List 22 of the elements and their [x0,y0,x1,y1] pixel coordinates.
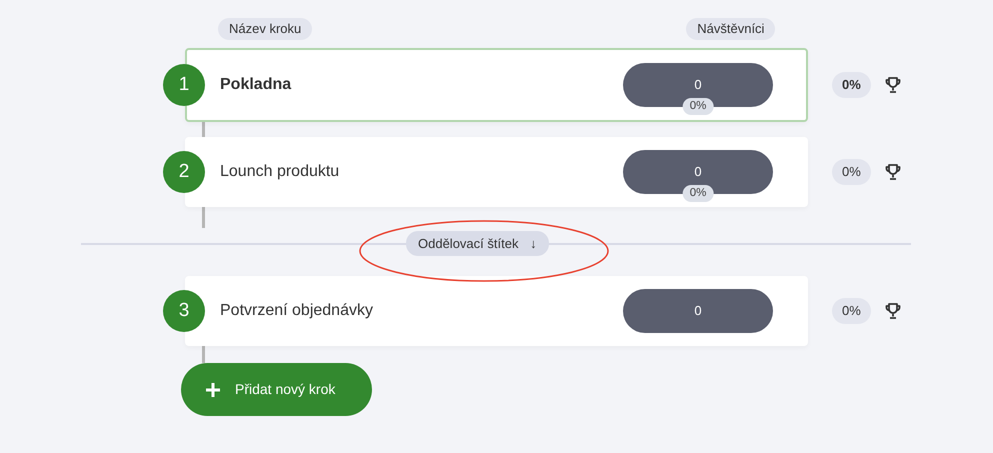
visitors-count: 0 [694,163,702,182]
column-header: Návštěvníci [686,18,776,40]
conversion-rate: 0% [832,72,871,98]
step-name: Potvrzení objednávky [220,301,374,321]
conversion-rate: 0% [832,298,871,324]
step-number: 3 [163,290,205,332]
visitors-count: 0 [694,302,702,320]
plus-icon [205,382,221,398]
visitors-count: 0 [694,76,702,94]
visitors-share: 0% [682,98,714,115]
separator-label[interactable]: Oddělovací štítek ↓ [406,230,549,256]
step-number: 1 [163,64,205,106]
step-name: Lounch produktu [220,162,340,182]
trophy-icon [884,163,902,181]
step-name: Pokladna [220,75,292,95]
step-number: 2 [163,151,205,193]
column-header: Název kroku [218,18,312,40]
add-step-button[interactable]: Přidat nový krok [181,363,372,416]
trophy-icon [884,302,902,320]
visitors-share: 0% [682,185,714,202]
conversion-rate: 0% [832,159,871,185]
trophy-icon [884,76,902,94]
